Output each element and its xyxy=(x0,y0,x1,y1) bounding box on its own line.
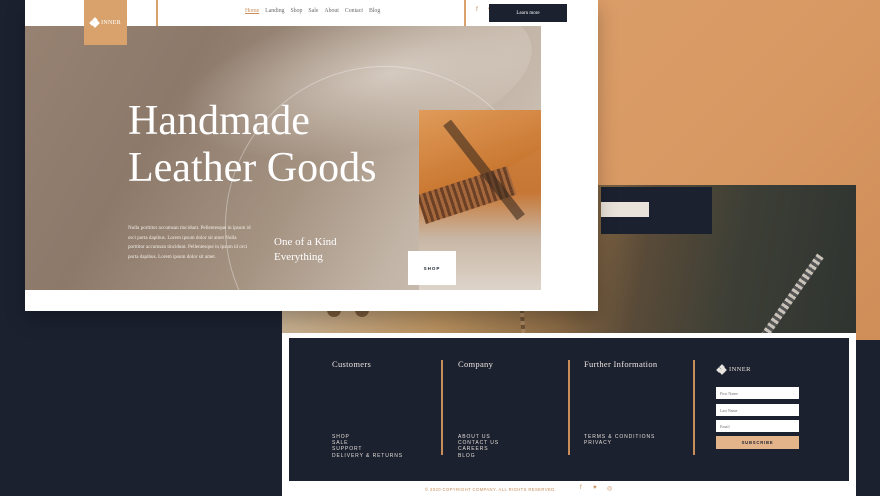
footer-link[interactable]: BLOG xyxy=(458,453,499,459)
site-footer: Customers SHOP SALE SUPPORT DELIVERY & R… xyxy=(289,338,849,481)
last-name-field[interactable] xyxy=(716,404,799,416)
footer-link-list: TERMS & CONDITIONS PRIVACY xyxy=(584,434,655,446)
hero-tagline-line: Everything xyxy=(274,251,323,263)
nav-item-contact[interactable]: Contact xyxy=(345,8,363,14)
learn-more-button[interactable]: Learn more xyxy=(489,4,567,22)
footer-column-title: Further Information xyxy=(584,359,658,369)
hero-body-text: Nulla porttitor accumsan tincidunt. Pell… xyxy=(128,225,251,260)
footer-link[interactable]: PRIVACY xyxy=(584,440,655,446)
footer-link[interactable]: DELIVERY & RETURNS xyxy=(332,453,403,459)
nav-divider xyxy=(156,0,158,26)
nav-item-about[interactable]: About xyxy=(324,8,339,14)
homepage-preview: Home Landing Shop Sale About Contact Blo… xyxy=(25,0,598,311)
footer-divider xyxy=(568,360,570,455)
footer-column-title: Customers xyxy=(332,359,372,369)
site-logo[interactable]: INNER xyxy=(84,0,127,45)
main-nav: Home Landing Shop Sale About Contact Blo… xyxy=(245,8,380,14)
zipper-detail xyxy=(748,253,824,333)
copyright-text: © 2020 COPYRIGHT COMPANY. ALL RIGHTS RES… xyxy=(425,487,557,492)
footer-divider xyxy=(693,360,695,455)
email-field[interactable] xyxy=(716,420,799,432)
subscribe-button[interactable]: SUBSCRIBE xyxy=(716,436,799,449)
facebook-icon[interactable]: f xyxy=(476,6,478,13)
nav-item-blog[interactable]: Blog xyxy=(369,8,380,14)
facebook-icon[interactable]: f xyxy=(580,485,582,491)
logo-text: INNER xyxy=(101,19,121,26)
nav-item-landing[interactable]: Landing xyxy=(265,8,284,14)
twitter-icon[interactable]: ♥ xyxy=(593,485,597,491)
footer-logo[interactable]: INNER xyxy=(716,364,751,375)
nav-item-home[interactable]: Home xyxy=(245,8,259,14)
footer-column-title: Company xyxy=(458,359,494,369)
nav-item-shop[interactable]: Shop xyxy=(291,8,303,14)
diamond-logo-icon xyxy=(89,17,100,28)
hero-title-line: Leather Goods xyxy=(128,145,377,191)
hero-tagline: One of a Kind Everything xyxy=(274,235,337,265)
nav-item-sale[interactable]: Sale xyxy=(308,8,318,14)
footer-divider xyxy=(441,360,443,455)
light-nav-block xyxy=(601,202,649,217)
diamond-logo-icon xyxy=(716,364,727,375)
first-name-field[interactable] xyxy=(716,387,799,399)
nav-divider xyxy=(464,0,466,26)
hero-title-line: Handmade xyxy=(128,98,310,144)
footer-logo-text: INNER xyxy=(729,366,751,373)
shop-button[interactable]: SHOP xyxy=(408,251,456,285)
hero-section: Handmade Leather Goods Nulla porttitor a… xyxy=(25,26,541,290)
footer-link-list: SHOP SALE SUPPORT DELIVERY & RETURNS xyxy=(332,434,403,459)
footer-link-list: ABOUT US CONTACT US CAREERS BLOG xyxy=(458,434,499,459)
instagram-icon[interactable]: ◎ xyxy=(607,485,612,492)
hero-title: Handmade Leather Goods xyxy=(128,98,376,192)
hero-tagline-line: One of a Kind xyxy=(274,236,337,248)
